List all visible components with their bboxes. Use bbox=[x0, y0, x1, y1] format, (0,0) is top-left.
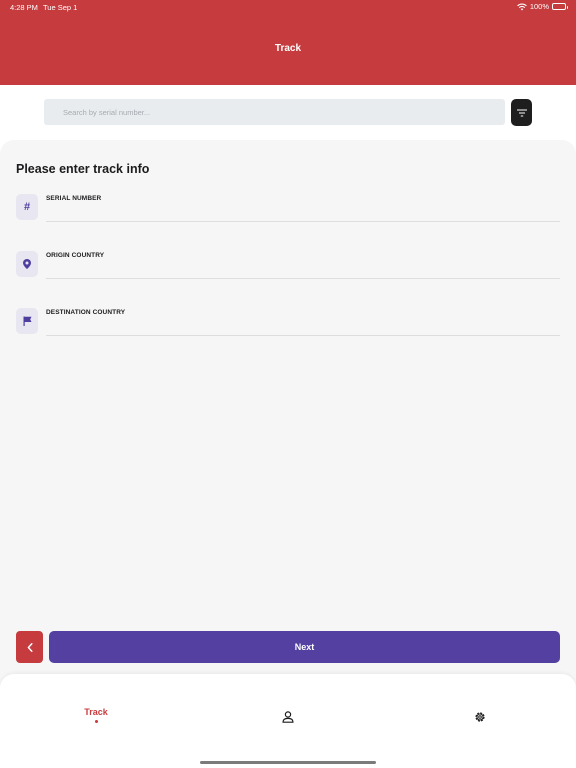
filter-icon bbox=[516, 109, 527, 116]
tab-bar: Track bbox=[0, 674, 576, 768]
battery-icon bbox=[552, 3, 568, 10]
battery-percent: 100% bbox=[529, 2, 549, 11]
home-indicator bbox=[200, 761, 376, 764]
destination-country-label: DESTINATION COUNTRY bbox=[46, 309, 126, 316]
active-tab-indicator bbox=[94, 720, 98, 723]
app-header: 4:28 PM Tue Sep 1 100% Track bbox=[0, 0, 576, 85]
status-bar: 4:28 PM Tue Sep 1 100% bbox=[0, 0, 576, 14]
flag-icon bbox=[16, 308, 38, 334]
next-button[interactable]: Next bbox=[49, 631, 560, 663]
destination-country-field[interactable]: DESTINATION COUNTRY bbox=[16, 308, 560, 336]
status-time: 4:28 PM bbox=[10, 3, 38, 12]
hash-icon: # bbox=[16, 194, 38, 220]
origin-country-label: ORIGIN COUNTRY bbox=[46, 252, 105, 259]
tab-profile[interactable] bbox=[280, 709, 296, 725]
origin-country-underline bbox=[46, 278, 560, 279]
destination-country-underline bbox=[46, 335, 560, 336]
gear-icon bbox=[475, 712, 485, 722]
filter-button[interactable] bbox=[511, 99, 532, 126]
tab-track[interactable]: Track bbox=[70, 707, 122, 723]
tab-settings[interactable] bbox=[472, 709, 488, 725]
serial-number-field[interactable]: # SERIAL NUMBER bbox=[16, 194, 560, 222]
origin-country-field[interactable]: ORIGIN COUNTRY bbox=[16, 251, 560, 279]
status-date: Tue Sep 1 bbox=[43, 3, 78, 12]
search-input[interactable] bbox=[44, 99, 505, 125]
form-title: Please enter track info bbox=[16, 162, 150, 176]
wifi-icon bbox=[517, 3, 527, 10]
serial-number-underline bbox=[46, 221, 560, 222]
page-title: Track bbox=[274, 43, 302, 54]
serial-number-label: SERIAL NUMBER bbox=[46, 195, 102, 202]
user-icon bbox=[282, 711, 294, 723]
tab-track-label: Track bbox=[84, 707, 108, 717]
chevron-left-icon bbox=[27, 642, 33, 652]
back-button[interactable] bbox=[16, 631, 43, 663]
track-form-sheet: Please enter track info # SERIAL NUMBER … bbox=[0, 140, 576, 700]
map-pin-icon bbox=[16, 251, 38, 277]
status-indicators: 100% bbox=[517, 2, 568, 11]
